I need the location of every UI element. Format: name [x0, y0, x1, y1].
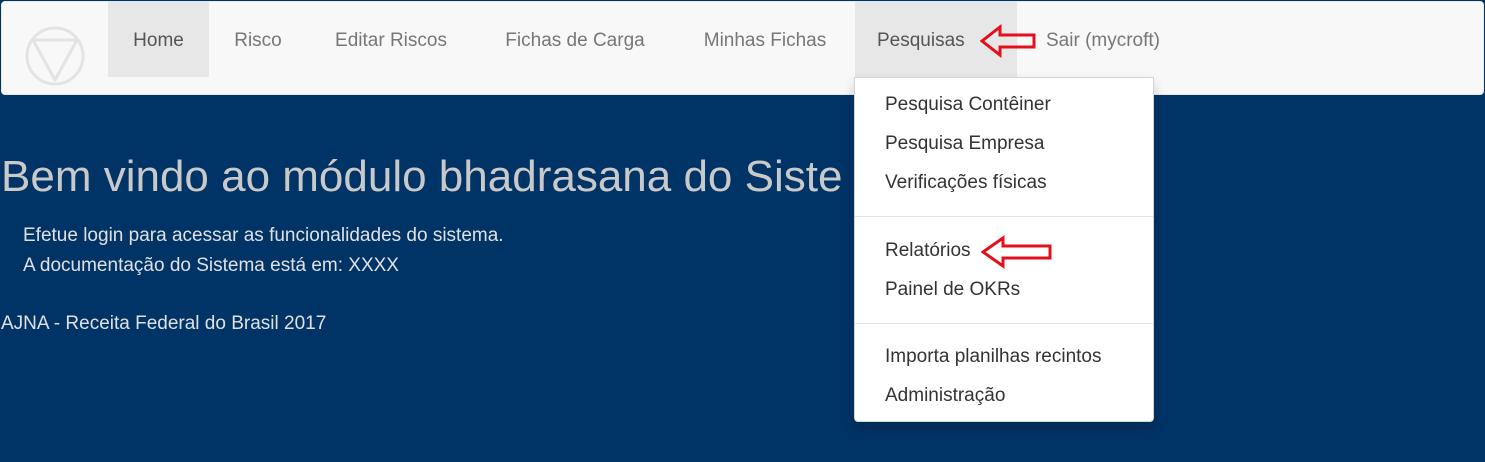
nav-minhas-fichas[interactable]: Minhas Fichas — [675, 2, 855, 77]
menu-item-pesquisa-empresa[interactable]: Pesquisa Empresa — [885, 133, 1044, 155]
menu-item-verificacoes-fisicas[interactable]: Verificações físicas — [885, 172, 1047, 194]
nav-sair[interactable]: Sair (mycroft) — [1017, 2, 1189, 77]
circle-triangle-logo-icon[interactable] — [24, 18, 86, 86]
nav-home[interactable]: Home — [108, 2, 209, 77]
red-left-arrow-icon — [980, 24, 1036, 58]
menu-item-administracao[interactable]: Administração — [885, 385, 1005, 407]
nav-editar-riscos[interactable]: Editar Riscos — [307, 2, 475, 77]
red-left-arrow-icon — [981, 235, 1052, 269]
menu-item-pesquisa-conteiner[interactable]: Pesquisa Contêiner — [885, 94, 1051, 116]
documentation-text: A documentação do Sistema está em: XXXX — [23, 255, 399, 276]
nav-risco[interactable]: Risco — [209, 2, 307, 77]
menu-divider — [855, 216, 1153, 217]
nav-fichas-de-carga[interactable]: Fichas de Carga — [475, 2, 675, 77]
top-navbar: Home Risco Editar Riscos Fichas de Carga… — [1, 1, 1484, 95]
menu-item-painel-de-okrs[interactable]: Painel de OKRs — [885, 279, 1020, 301]
menu-divider — [855, 323, 1153, 324]
page-title: Bem vindo ao módulo bhadrasana do Siste — [1, 152, 843, 201]
menu-item-importa-planilhas-recintos[interactable]: Importa planilhas recintos — [885, 346, 1102, 368]
menu-item-relatorios[interactable]: Relatórios — [885, 240, 971, 262]
login-instruction-text: Efetue login para acessar as funcionalid… — [23, 225, 504, 246]
footer-copyright: AJNA - Receita Federal do Brasil 2017 — [1, 313, 327, 334]
